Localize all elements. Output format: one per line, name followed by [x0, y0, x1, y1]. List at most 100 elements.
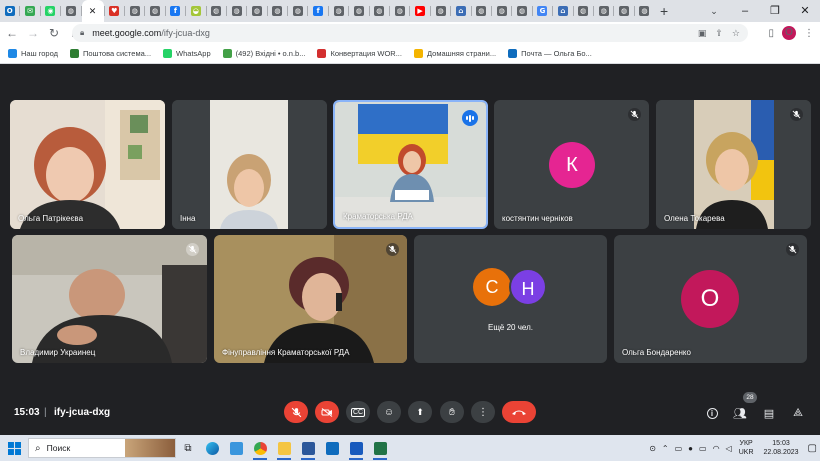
share-icon[interactable]: ⇪	[715, 28, 723, 39]
browser-tab[interactable]: ◒	[186, 0, 205, 22]
taskbar-app[interactable]	[224, 435, 248, 461]
address-bar[interactable]: 🔒︎ meet.google.com/ify-jcua-dxg ▣ ⇪ ☆	[72, 24, 748, 42]
meet-tray-icon[interactable]: ▭	[675, 444, 683, 453]
people-button[interactable]: 👥︎	[732, 405, 748, 421]
activities-button[interactable]: ⟁	[790, 405, 806, 421]
browser-tab[interactable]: G	[533, 0, 552, 22]
bookmark-star-icon[interactable]: ☆	[732, 28, 740, 39]
maximize-icon[interactable]: ❐	[760, 0, 790, 22]
bookmark-item[interactable]: Поштова система...	[69, 49, 151, 58]
browser-tab[interactable]: ⌂	[553, 0, 572, 22]
browser-tab[interactable]: ◉	[41, 0, 60, 22]
browser-tab[interactable]: ◍	[145, 0, 164, 22]
taskbar-search[interactable]: ⌕ Поиск	[28, 438, 176, 458]
browser-tab[interactable]: ◍	[472, 0, 491, 22]
bookmark-item[interactable]: WhatsApp	[163, 49, 211, 58]
volume-icon[interactable]: ◁	[726, 444, 732, 453]
browser-tab[interactable]: ▶	[410, 0, 429, 22]
browser-tab[interactable]: ◍	[329, 0, 348, 22]
side-panel-icon[interactable]: ▯	[768, 28, 774, 39]
browser-tab[interactable]: O	[0, 0, 19, 22]
camera-toggle-button[interactable]	[315, 401, 339, 423]
new-tab-button[interactable]: +	[654, 3, 674, 19]
leave-call-button[interactable]	[502, 401, 536, 423]
notifications-icon[interactable]: ▢	[808, 443, 817, 454]
browser-tab[interactable]: ◍	[492, 0, 511, 22]
bookmark-item[interactable]: Конвертация WOR...	[317, 49, 402, 58]
captions-button[interactable]: CC	[346, 401, 370, 423]
reload-icon[interactable]: ↻	[45, 22, 63, 44]
more-options-button[interactable]: ⋮	[471, 401, 495, 423]
browser-tab[interactable]: ⌂	[451, 0, 470, 22]
bookmark-item[interactable]: Наш город	[8, 49, 58, 58]
minimize-icon[interactable]: –	[730, 0, 760, 22]
mic-toggle-button[interactable]	[284, 401, 308, 423]
browser-tab[interactable]: ◍	[594, 0, 613, 22]
meeting-info-button[interactable]: i	[704, 405, 720, 421]
browser-tab[interactable]: ◍	[635, 0, 654, 22]
participant-tile[interactable]: Владимир Украинец	[12, 235, 207, 363]
taskbar-app[interactable]	[296, 435, 320, 461]
browser-tab[interactable]: ♥	[105, 0, 124, 22]
lock-icon[interactable]: 🔒︎	[80, 28, 84, 38]
browser-tab[interactable]: ◍	[268, 0, 287, 22]
browser-tab[interactable]: ◍	[574, 0, 593, 22]
participant-tile[interactable]: Олена Токарева	[656, 100, 811, 229]
start-button[interactable]	[0, 435, 28, 461]
taskbar-app[interactable]	[248, 435, 272, 461]
browser-tab[interactable]: ◍	[227, 0, 246, 22]
camera-permission-icon[interactable]: ▣	[698, 28, 707, 39]
browser-tab[interactable]: ◍	[390, 0, 409, 22]
browser-tab[interactable]: ◍	[207, 0, 226, 22]
browser-tab[interactable]: ✕	[81, 0, 104, 22]
participant-group-tile[interactable]: С Н Ещё 20 чел.	[414, 235, 607, 363]
taskbar-app[interactable]	[320, 435, 344, 461]
menu-icon[interactable]: ⋮	[804, 28, 814, 39]
language-indicator[interactable]: УКР UKR	[739, 439, 754, 457]
browser-tab[interactable]: f	[166, 0, 185, 22]
url-text[interactable]: meet.google.com/ify-jcua-dxg	[92, 28, 210, 38]
browser-tab[interactable]: ◍	[349, 0, 368, 22]
browser-tab[interactable]: ◍	[125, 0, 144, 22]
profile-avatar[interactable]: О	[782, 26, 796, 40]
taskbar-app[interactable]	[344, 435, 368, 461]
wifi-icon[interactable]: ◠	[713, 444, 720, 453]
present-button[interactable]: ⬆︎	[408, 401, 432, 423]
globe-icon: ◍	[231, 6, 242, 16]
bookmark-item[interactable]: Почта — Ольга Бо...	[508, 49, 592, 58]
chat-button[interactable]: ▤	[761, 405, 777, 421]
raise-hand-button[interactable]: ✋︎	[440, 401, 464, 423]
back-icon[interactable]: ←	[3, 22, 21, 44]
participant-tile[interactable]: К костянтин черніков	[494, 100, 649, 229]
bookmark-item[interactable]: Домашняя страни...	[413, 49, 496, 58]
browser-tab[interactable]: ◍	[247, 0, 266, 22]
browser-tab[interactable]: ◍	[512, 0, 531, 22]
browser-tab[interactable]: ◍	[61, 0, 80, 22]
taskbar-app[interactable]	[200, 435, 224, 461]
reactions-button[interactable]: ☺	[377, 401, 401, 423]
participant-tile[interactable]: Ольга Патрікеєва	[10, 100, 165, 229]
participant-tile[interactable]: Краматорська РДА	[333, 100, 488, 229]
notification-area-icon[interactable]: ⊙	[649, 444, 656, 453]
browser-tab[interactable]: f	[308, 0, 327, 22]
browser-tab[interactable]: ◍	[288, 0, 307, 22]
browser-tab[interactable]: ✉	[20, 0, 39, 22]
chevron-up-icon[interactable]: ⌃	[662, 444, 669, 453]
browser-tab[interactable]: ◍	[370, 0, 389, 22]
taskbar-app[interactable]	[368, 435, 392, 461]
browser-tab[interactable]: ◍	[431, 0, 450, 22]
forward-icon[interactable]: →	[24, 22, 42, 44]
tab-search-icon[interactable]: ⌄	[704, 0, 724, 22]
microphone-icon[interactable]: ●	[688, 444, 693, 453]
network-icon[interactable]: ▭	[699, 444, 707, 453]
bookmark-item[interactable]: (492) Вхідні • o.n.b...	[222, 49, 305, 58]
taskbar-app[interactable]	[272, 435, 296, 461]
close-window-icon[interactable]: ✕	[790, 0, 820, 22]
participant-tile[interactable]: Фінуправління Краматорської РДА	[214, 235, 407, 363]
participant-tile[interactable]: Інна	[172, 100, 327, 229]
browser-tab[interactable]: ◍	[614, 0, 633, 22]
edge-icon	[205, 441, 219, 455]
taskbar-clock[interactable]: 15:03 22.08.2023	[764, 439, 799, 457]
participant-tile[interactable]: О Ольга Бондаренко	[614, 235, 807, 363]
task-view-button[interactable]: ⧉	[176, 435, 200, 461]
